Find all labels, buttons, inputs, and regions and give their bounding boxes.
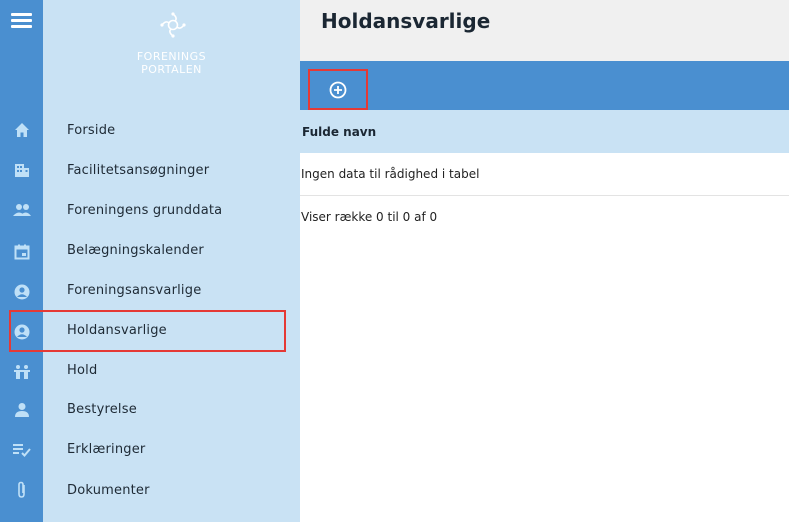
sidebar-item-label: Dokumenter — [67, 482, 150, 498]
logo-text-line1: FORENINGS — [136, 50, 207, 63]
people-icon[interactable] — [0, 198, 43, 222]
team-icon[interactable] — [0, 360, 43, 384]
table-info: Viser række 0 til 0 af 0 — [301, 210, 438, 224]
sidebar-item-label: Belægningskalender — [67, 242, 204, 258]
sidebar-item-label: Bestyrelse — [67, 401, 137, 417]
page-header: Holdansvarlige — [300, 0, 789, 61]
sidebar-item-facilitetsansogninger[interactable]: Facilitetsansøgninger — [67, 151, 287, 189]
board-member-icon[interactable] — [0, 398, 43, 422]
column-header-fulde-navn[interactable]: Fulde navn — [302, 125, 376, 139]
sidebar-item-hold[interactable]: Hold — [67, 351, 287, 389]
sidebar-item-forside[interactable]: Forside — [67, 111, 287, 149]
calendar-icon[interactable] — [0, 240, 43, 264]
building-icon[interactable] — [0, 158, 43, 182]
sidebar: FORENINGS PORTALEN Forside Facilitetsans… — [43, 0, 300, 522]
main-content: Holdansvarlige Fulde navn Ingen data til… — [300, 0, 789, 522]
sidebar-item-label: Foreningsansvarlige — [67, 282, 202, 298]
sidebar-item-foreningsansvarlige[interactable]: Foreningsansvarlige — [67, 271, 287, 309]
plus-circle-icon — [329, 81, 347, 98]
sidebar-item-belaegningskalender[interactable]: Belægningskalender — [67, 231, 287, 269]
sidebar-item-bestyrelse[interactable]: Bestyrelse — [67, 390, 287, 428]
sidebar-item-label: Facilitetsansøgninger — [67, 162, 210, 178]
checklist-icon[interactable] — [0, 438, 43, 462]
empty-table-message: Ingen data til rådighed i tabel — [301, 167, 480, 181]
icon-rail — [0, 0, 43, 522]
sidebar-item-label: Foreningens grunddata — [67, 202, 223, 218]
sidebar-item-erklaeringer[interactable]: Erklæringer — [67, 430, 287, 468]
user-circle-icon[interactable] — [0, 280, 43, 304]
home-icon[interactable] — [0, 118, 43, 142]
hamburger-menu-icon[interactable] — [11, 13, 32, 29]
sidebar-item-label: Forside — [67, 122, 116, 138]
paperclip-icon[interactable] — [0, 478, 43, 502]
table-header: Fulde navn — [300, 110, 789, 153]
sidebar-item-dokumenter[interactable]: Dokumenter — [67, 471, 287, 509]
sidebar-item-label: Hold — [67, 362, 98, 378]
logo-text: FORENINGS PORTALEN — [43, 50, 300, 76]
forenings-portalen-logo[interactable]: FORENINGS PORTALEN — [43, 0, 300, 100]
sidebar-item-label: Erklæringer — [67, 441, 146, 457]
logo-mark-icon — [160, 12, 186, 38]
logo-text-line2: PORTALEN — [141, 63, 202, 76]
table-toolbar — [300, 61, 789, 110]
selection-highlight — [9, 310, 286, 352]
add-button[interactable] — [308, 69, 368, 110]
page-title: Holdansvarlige — [321, 9, 491, 33]
table-empty-row: Ingen data til rådighed i tabel — [300, 153, 789, 196]
sidebar-item-foreningens-grunddata[interactable]: Foreningens grunddata — [67, 191, 287, 229]
